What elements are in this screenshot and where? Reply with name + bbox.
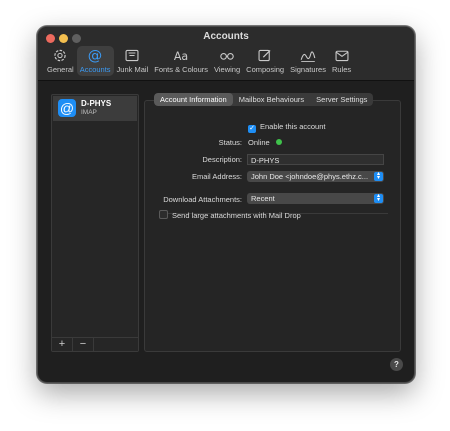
description-field[interactable]: D-PHYS [247,154,384,165]
accounts-list: @ D-PHYS IMAP + − [51,94,139,352]
download-attachments-popup[interactable]: Recent ▴ ▾ [247,193,384,204]
compose-icon [258,49,271,62]
tab-viewing-label: Viewing [214,65,241,74]
status-row: Online [248,138,282,147]
accounts-window: Accounts General @ Accounts Junk Mail Aa… [37,26,415,383]
download-attachments-label: Download Attachments: [163,195,242,204]
account-name: D-PHYS [81,99,112,108]
tab-rules[interactable]: Rules [329,46,354,76]
account-tabs: Account Information Mailbox Behaviours S… [154,93,374,106]
gear-icon [54,49,67,62]
tab-server-settings[interactable]: Server Settings [310,93,373,106]
chevron-updown-icon: ▴ ▾ [374,193,383,203]
mail-drop-checkbox[interactable] [159,210,168,219]
email-address-value: John Doe <johndoe@phys.ethz.c... [251,172,369,181]
description-label: Description: [202,155,242,164]
rules-icon [335,50,349,62]
online-status-dot [275,139,282,145]
svg-text:@: @ [88,48,102,64]
account-type: IMAP [81,109,97,116]
tab-composing-label: Composing [246,65,285,74]
tab-junk-mail-label: Junk Mail [116,65,149,74]
chevron-updown-icon: ▴ ▾ [374,171,383,181]
title-bar: Accounts General @ Accounts Junk Mail Aa… [38,27,414,81]
signature-icon [300,51,316,62]
tab-general[interactable]: General [44,46,77,76]
account-item[interactable]: @ D-PHYS IMAP [53,96,137,121]
at-icon: @ [58,99,76,117]
remove-account-button[interactable]: − [73,338,94,351]
enable-account-checkbox[interactable]: ✓ [248,125,256,133]
glasses-icon [220,52,234,60]
status-value: Online [248,138,270,147]
mail-drop-row[interactable]: Send large attachments with Mail Drop [159,210,301,220]
tab-signatures[interactable]: Signatures [287,46,329,76]
tab-viewing[interactable]: Viewing [211,46,243,76]
help-button[interactable]: ? [390,358,403,371]
preferences-toolbar: General @ Accounts Junk Mail Aa Fonts & … [44,46,354,78]
tab-rules-label: Rules [331,65,352,74]
tab-account-information[interactable]: Account Information [154,93,233,106]
email-address-popup[interactable]: John Doe <johndoe@phys.ethz.c... ▴ ▾ [247,171,384,182]
tab-fonts-colours[interactable]: Aa Fonts & Colours [151,46,211,76]
tab-accounts[interactable]: @ Accounts [76,46,114,76]
accounts-list-footer: + − [52,337,138,351]
svg-text:Aa: Aa [174,50,188,63]
tab-general-label: General [47,65,74,74]
mail-drop-label: Send large attachments with Mail Drop [172,211,301,220]
tab-accounts-label: Accounts [79,65,111,74]
enable-account-label: Enable this account [260,122,326,131]
junk-icon [125,49,139,62]
tab-fonts-colours-label: Fonts & Colours [154,65,209,74]
tab-signatures-label: Signatures [290,65,326,74]
status-label: Status: [218,138,242,147]
email-address-label: Email Address: [191,172,242,181]
enable-account-row[interactable]: ✓ Enable this account [248,122,325,133]
add-account-button[interactable]: + [52,338,73,351]
tab-junk-mail[interactable]: Junk Mail [114,46,152,76]
at-icon: @ [88,48,102,64]
tab-mailbox-behaviours[interactable]: Mailbox Behaviours [233,93,310,106]
window-title: Accounts [203,31,249,42]
font-icon: Aa [174,50,188,63]
tab-composing[interactable]: Composing [243,46,287,76]
download-attachments-value: Recent [251,194,275,203]
